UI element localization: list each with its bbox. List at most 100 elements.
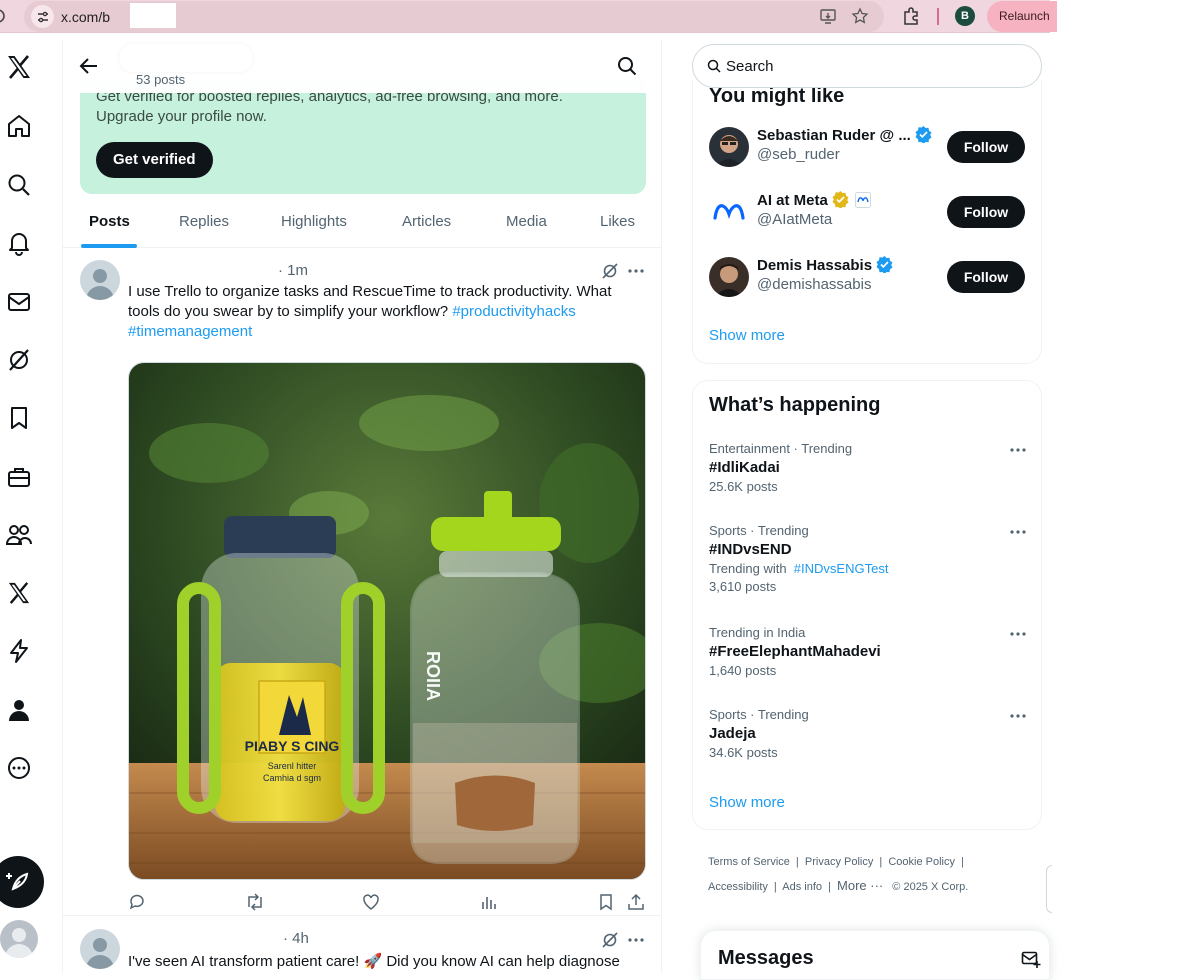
suggestion-row[interactable]: Sebastian Ruder @ ... @seb_ruder Follow — [709, 123, 1027, 171]
tweet-time: · 1m — [278, 262, 308, 279]
share-icon[interactable] — [627, 893, 645, 911]
search-placeholder: Search — [726, 58, 774, 75]
tab-articles[interactable]: Articles — [402, 213, 451, 230]
footer-links: Terms of Service | Privacy Policy | Cookie… — [708, 856, 969, 893]
show-more-link[interactable]: Show more — [709, 794, 785, 811]
grok-explain-icon[interactable] — [601, 931, 619, 949]
get-verified-button[interactable]: Get verified — [96, 142, 213, 178]
hashtag-link[interactable]: #productivityhacks — [452, 303, 575, 320]
toolbar-divider — [937, 8, 939, 25]
more-dots-icon[interactable] — [1009, 707, 1027, 725]
reply-icon[interactable] — [128, 893, 146, 911]
bookmarks-icon[interactable] — [4, 403, 34, 433]
communities-icon[interactable] — [4, 520, 34, 550]
site-info-icon[interactable] — [31, 5, 54, 28]
trend-item[interactable]: Trending in India #FreeElephantMahadevi … — [709, 625, 1027, 678]
grok-drawer-handle[interactable] — [1046, 865, 1052, 913]
jar-label-main: PIABY S CING — [245, 738, 340, 754]
follow-button[interactable]: Follow — [947, 131, 1025, 163]
tweet-image[interactable]: PIABY S CING Sarenl hitter Camhia d sgm … — [128, 362, 646, 880]
tweet-text: I use Trello to organize tasks and Rescu… — [128, 282, 638, 342]
tweet-avatar[interactable] — [80, 929, 120, 969]
bookmark-icon[interactable] — [597, 893, 615, 911]
verified-orgs-icon[interactable] — [4, 636, 34, 666]
follow-button[interactable]: Follow — [947, 261, 1025, 293]
show-more-link[interactable]: Show more — [709, 327, 785, 344]
footer-link[interactable]: Cookie Policy — [888, 856, 955, 868]
trend-category: Sports · Trending — [709, 523, 809, 538]
footer-link[interactable]: Terms of Service — [708, 856, 790, 868]
footer-link[interactable]: Privacy Policy — [805, 856, 873, 868]
back-arrow-icon[interactable] — [79, 56, 99, 76]
premium-x-icon[interactable] — [4, 578, 34, 608]
tweet[interactable]: · 1m I use Trello to organize tasks and … — [63, 248, 661, 916]
retweet-icon[interactable] — [245, 893, 265, 911]
tweet-actions — [128, 893, 648, 913]
tab-media[interactable]: Media — [506, 213, 547, 230]
hashtag-link[interactable]: #timemanagement — [128, 323, 252, 340]
tab-likes[interactable]: Likes — [600, 213, 635, 230]
suggestion-avatar[interactable] — [709, 257, 749, 297]
trend-with-link[interactable]: #INDvsENGTest — [794, 561, 889, 576]
suggestion-avatar[interactable] — [709, 192, 749, 232]
footer-link[interactable]: Accessibility — [708, 881, 768, 893]
tweet[interactable]: · 4h I've seen AI transform patient care… — [63, 916, 661, 973]
compose-post-button[interactable] — [0, 856, 44, 908]
new-message-icon[interactable] — [1021, 949, 1041, 969]
follow-button[interactable]: Follow — [947, 196, 1025, 228]
trend-name: #IdliKadai — [709, 459, 780, 476]
install-app-icon[interactable] — [819, 7, 837, 25]
search-icon[interactable] — [617, 56, 637, 76]
gold-verified-badge-icon — [832, 191, 849, 208]
address-bar[interactable]: x.com/b — [24, 1, 884, 32]
trend-name: #INDvsEND — [709, 541, 792, 558]
suggestion-name: Sebastian Ruder @ ... — [757, 126, 932, 144]
tab-posts[interactable]: Posts — [89, 213, 130, 230]
grok-explain-icon[interactable] — [601, 262, 619, 280]
footer-link[interactable]: Ads info — [782, 881, 822, 893]
tweet-avatar[interactable] — [80, 260, 120, 300]
notifications-icon[interactable] — [4, 228, 34, 258]
account-avatar[interactable] — [0, 920, 38, 958]
tab-replies[interactable]: Replies — [179, 213, 229, 230]
jobs-icon[interactable] — [4, 462, 34, 492]
more-dots-icon[interactable] — [1009, 441, 1027, 459]
relaunch-button[interactable]: Relaunch — [987, 1, 1057, 32]
trend-item[interactable]: Entertainment · Trending #IdliKadai 25.6… — [709, 441, 1027, 494]
profile-avatar[interactable]: B — [955, 6, 975, 26]
suggestion-row[interactable]: Demis Hassabis @demishassabis Follow — [709, 253, 1027, 301]
trend-category: Trending in India — [709, 625, 806, 640]
grok-icon[interactable] — [4, 345, 34, 375]
footer-more-link[interactable]: More ··· — [837, 878, 883, 893]
profile-icon[interactable] — [4, 695, 34, 725]
suggestion-avatar[interactable] — [709, 127, 749, 167]
x-logo-icon[interactable] — [4, 52, 34, 82]
trend-item[interactable]: Sports · Trending Jadeja 34.6K posts — [709, 707, 1027, 760]
explore-icon[interactable] — [4, 170, 34, 200]
views-icon[interactable] — [480, 893, 498, 911]
like-icon[interactable] — [362, 893, 380, 911]
more-dots-icon[interactable] — [1009, 523, 1027, 541]
reload-icon[interactable] — [0, 8, 8, 24]
more-dots-icon[interactable] — [1009, 625, 1027, 643]
trend-item[interactable]: Sports · Trending #INDvsEND Trending wit… — [709, 523, 1027, 594]
verified-badge-icon — [915, 126, 932, 143]
messages-icon[interactable] — [4, 287, 34, 317]
search-input[interactable]: Search — [692, 44, 1042, 88]
more-dots-icon[interactable] — [627, 262, 645, 280]
tab-highlights[interactable]: Highlights — [281, 213, 347, 230]
primary-nav — [0, 40, 62, 973]
panel-title: You might like — [709, 85, 845, 107]
more-options-icon[interactable] — [4, 753, 34, 783]
suggestion-row[interactable]: AI at Meta @AIatMeta Follow — [709, 188, 1027, 236]
home-icon[interactable] — [4, 111, 34, 141]
bottles-photo: PIABY S CING Sarenl hitter Camhia d sgm … — [129, 363, 645, 879]
extensions-icon[interactable] — [901, 6, 921, 26]
verify-text: Get verified for boosted replies, analyt… — [96, 88, 563, 125]
redaction-box — [130, 3, 176, 28]
more-dots-icon[interactable] — [627, 931, 645, 949]
bookmark-star-icon[interactable] — [851, 7, 869, 25]
redacted-profile-name — [119, 44, 253, 72]
tweet-time: · 4h — [283, 930, 309, 947]
trends-panel: What’s happening Entertainment · Trendin… — [692, 380, 1042, 830]
